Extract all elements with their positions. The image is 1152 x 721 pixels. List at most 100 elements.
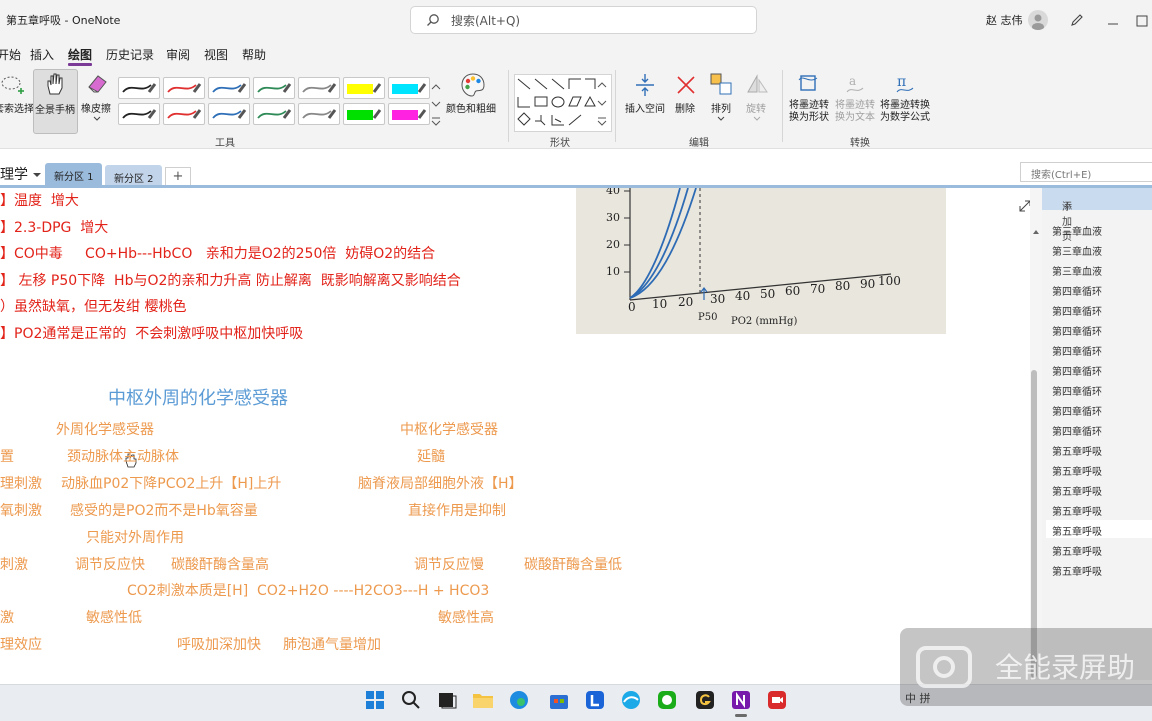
expand-button[interactable] xyxy=(1018,198,1030,212)
pen-red-2[interactable] xyxy=(163,103,205,125)
note-line-orange[interactable]: 调节反应快 xyxy=(75,554,145,574)
page-item[interactable]: 第四章循环 xyxy=(1046,420,1152,438)
page-item[interactable]: 第五章呼吸 xyxy=(1046,480,1152,498)
page-item[interactable]: 第四章循环 xyxy=(1046,360,1152,378)
note-line-orange[interactable]: 氧刺激 xyxy=(0,500,42,520)
note-heading[interactable]: 中枢外周的化学感受器 xyxy=(108,384,288,410)
note-line-orange[interactable]: 脑脊液局部细胞外液【H】 xyxy=(358,473,523,493)
note-line[interactable]: 】温度 增大 xyxy=(0,190,79,210)
page-item[interactable]: 第五章呼吸 xyxy=(1046,520,1152,538)
note-line-orange[interactable]: 直接作用是抑制 xyxy=(408,500,506,520)
insert-space-button[interactable]: 插入空间 xyxy=(622,72,668,132)
shapes-scroll-up[interactable] xyxy=(596,76,608,88)
page-item[interactable]: 第五章呼吸 xyxy=(1046,440,1152,458)
oxygen-dissociation-graph-image[interactable]: 40 30 20 10 0 10 20 30 40 50 60 70 80 90… xyxy=(576,188,946,334)
pens-scroll-down[interactable] xyxy=(430,95,442,107)
add-section-button[interactable]: + xyxy=(165,167,191,187)
page-item[interactable]: 第五章呼吸 xyxy=(1046,540,1152,558)
app-l-button[interactable] xyxy=(582,687,608,713)
highlighter-yellow[interactable] xyxy=(343,77,385,99)
search-box[interactable]: 搜索(Alt+Q) xyxy=(410,6,757,34)
pen-settings-button[interactable] xyxy=(1064,8,1090,32)
page-item[interactable]: 第三章血液 xyxy=(1046,220,1152,238)
note-line-orange[interactable]: 呼吸加深加快 xyxy=(177,634,261,654)
page-item[interactable]: 第四章循环 xyxy=(1046,320,1152,338)
pen-green-1[interactable] xyxy=(253,77,295,99)
section-tab-1[interactable]: 新分区 1 xyxy=(45,163,102,185)
chat-button[interactable] xyxy=(654,687,680,713)
pen-blue-1[interactable] xyxy=(208,77,250,99)
menu-help[interactable]: 帮助 xyxy=(242,46,266,63)
page-item[interactable]: 第三章血液 xyxy=(1046,260,1152,278)
page-item[interactable]: 第五章呼吸 xyxy=(1046,560,1152,578)
note-line-orange[interactable]: 理刺激 xyxy=(0,473,42,493)
highlighter-cyan[interactable] xyxy=(388,77,430,99)
menu-draw[interactable]: 绘图 xyxy=(68,46,92,63)
note-line[interactable]: 】2.3-DPG 增大 xyxy=(0,217,108,237)
pen-gray-1[interactable] xyxy=(298,77,340,99)
note-line-orange[interactable]: 理效应 xyxy=(0,634,42,654)
note-line-orange[interactable]: 碳酸酐酶含量高 xyxy=(171,554,269,574)
ink-to-math-button[interactable]: π 将墨迹转换为数学公式 xyxy=(878,72,932,132)
add-page-button[interactable]: ＋ 添加页 xyxy=(1042,188,1152,243)
pen-gray-2[interactable] xyxy=(298,103,340,125)
note-line[interactable]: 】CO中毒 CO+Hb---HbCO 亲和力是O2的250倍 妨碍O2的结合 xyxy=(0,243,435,263)
delete-button[interactable]: 删除 xyxy=(672,72,700,132)
recorder-button[interactable] xyxy=(764,687,790,713)
note-line-orange[interactable]: 敏感性低 xyxy=(86,607,142,627)
note-line-orange[interactable]: 肺泡通气量增加 xyxy=(283,634,381,654)
pen-red-1[interactable] xyxy=(163,77,205,99)
color-thickness-button[interactable]: 颜色和粗细 xyxy=(446,72,500,132)
lasso-select-button[interactable]: 套索选择 xyxy=(0,72,34,132)
page-item[interactable]: 第五章呼吸 xyxy=(1046,500,1152,518)
ink-to-shape-button[interactable]: 将墨迹转换为形状 xyxy=(786,72,832,132)
note-line-orange[interactable]: 动脉血P02下降PCO2上升【H]上升 xyxy=(61,473,281,493)
browser-button[interactable] xyxy=(618,687,644,713)
menu-view[interactable]: 视图 xyxy=(204,46,228,63)
note-line-orange[interactable]: 置 xyxy=(0,446,14,466)
taskbar-search-button[interactable] xyxy=(398,687,424,713)
arrange-button[interactable]: 排列 xyxy=(706,72,736,132)
note-line-orange[interactable]: 感受的是PO2而不是Hb氧容量 xyxy=(70,500,258,520)
highlighter-magenta[interactable] xyxy=(388,103,430,125)
note-line-orange[interactable]: 调节反应慢 xyxy=(414,554,484,574)
menu-insert[interactable]: 插入 xyxy=(30,46,54,63)
scroll-up-button[interactable] xyxy=(1031,222,1041,234)
shapes-scroll-down[interactable] xyxy=(596,94,608,106)
maximize-button[interactable] xyxy=(1128,8,1152,32)
note-line-orange[interactable]: 中枢化学感受器 xyxy=(400,419,498,439)
user-name[interactable]: 赵 志伟 xyxy=(986,12,1023,28)
edge-button[interactable] xyxy=(506,687,532,713)
app-g-button[interactable] xyxy=(692,687,718,713)
minimize-button[interactable] xyxy=(1100,8,1126,32)
menu-history[interactable]: 历史记录 xyxy=(106,46,154,63)
pens-scroll-up[interactable] xyxy=(430,78,442,90)
pens-expand[interactable] xyxy=(430,112,442,126)
section-tab-2[interactable]: 新分区 2 xyxy=(105,165,162,185)
page-item[interactable]: 第五章呼吸 xyxy=(1046,460,1152,478)
note-line[interactable]: 】 左移 P50下降 Hb与O2的亲和力升高 防止解离 既影响解离又影响结合 xyxy=(0,270,461,290)
highlighter-green[interactable] xyxy=(343,103,385,125)
page-item[interactable]: 第四章循环 xyxy=(1046,300,1152,318)
onenote-button[interactable] xyxy=(728,687,754,713)
menu-review[interactable]: 审阅 xyxy=(166,46,190,63)
note-line-orange[interactable]: 延髓 xyxy=(417,446,445,466)
note-line[interactable]: ）虽然缺氧，但无发绀 樱桃色 xyxy=(0,296,186,316)
pen-blue-2[interactable] xyxy=(208,103,250,125)
note-line-orange[interactable]: 敏感性高 xyxy=(438,607,494,627)
start-button[interactable] xyxy=(362,687,388,713)
avatar[interactable] xyxy=(1028,10,1048,30)
task-view-button[interactable] xyxy=(434,687,460,713)
page-item[interactable]: 第四章循环 xyxy=(1046,400,1152,418)
notebook-selector[interactable]: 理学 xyxy=(0,164,42,184)
page-item[interactable]: 第四章循环 xyxy=(1046,280,1152,298)
page-item[interactable]: 第四章循环 xyxy=(1046,380,1152,398)
store-button[interactable] xyxy=(546,687,572,713)
file-explorer-button[interactable] xyxy=(470,687,496,713)
page-item[interactable]: 第三章血液 xyxy=(1046,240,1152,258)
page-search-input[interactable]: 搜索(Ctrl+E) xyxy=(1020,162,1152,182)
note-line-orange[interactable]: CO2刺激本质是[H] CO2+H2O ----H2CO3---H + HCO3 xyxy=(127,580,489,600)
shapes-expand[interactable] xyxy=(596,112,608,126)
note-line-orange[interactable]: 激 xyxy=(0,607,14,627)
note-line-orange[interactable]: 刺激 xyxy=(0,554,28,574)
